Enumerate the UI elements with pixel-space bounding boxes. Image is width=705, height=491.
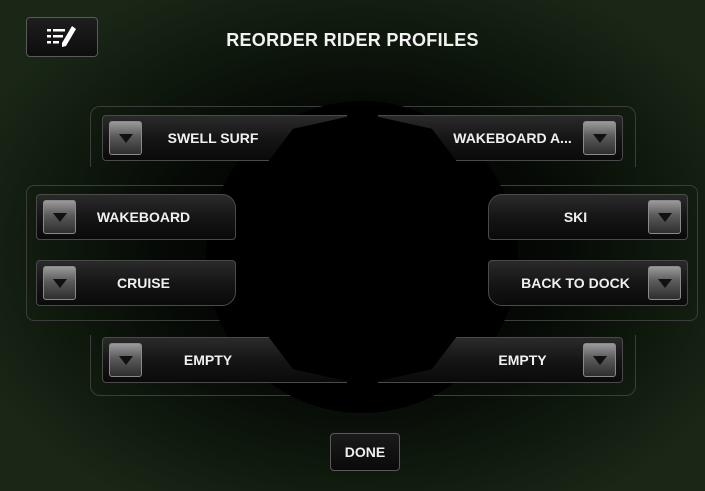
profile-slot-mid-left-1[interactable]: WAKEBOARD (36, 194, 236, 240)
profile-label: CRUISE (117, 275, 170, 291)
profile-label: EMPTY (183, 352, 233, 368)
dropdown-button[interactable] (648, 200, 681, 234)
done-button[interactable]: DONE (330, 433, 400, 471)
dropdown-button[interactable] (583, 121, 616, 155)
dropdown-button[interactable] (43, 200, 76, 234)
chevron-down-icon (592, 355, 607, 365)
chevron-down-icon (118, 355, 133, 365)
chevron-down-icon (592, 133, 607, 143)
dropdown-button[interactable] (109, 121, 142, 155)
chevron-down-icon (52, 278, 67, 288)
chevron-down-icon (657, 212, 672, 222)
profile-label: SKI (563, 209, 588, 225)
profile-label: WAKEBOARD (96, 209, 191, 225)
profile-slot-mid-left-2[interactable]: CRUISE (36, 260, 236, 306)
chevron-down-icon (52, 212, 67, 222)
dropdown-button[interactable] (583, 343, 616, 377)
page-title: REORDER RIDER PROFILES (226, 30, 479, 50)
profile-slot-mid-right-1[interactable]: SKI (488, 194, 688, 240)
dropdown-button[interactable] (648, 266, 681, 300)
dropdown-button[interactable] (109, 343, 142, 377)
chevron-down-icon (657, 278, 672, 288)
dropdown-button[interactable] (43, 266, 76, 300)
profile-label: SWELL SURF (167, 130, 259, 146)
profile-label: BACK TO DOCK (521, 275, 630, 291)
profile-slot-mid-right-2[interactable]: BACK TO DOCK (488, 260, 688, 306)
chevron-down-icon (118, 133, 133, 143)
